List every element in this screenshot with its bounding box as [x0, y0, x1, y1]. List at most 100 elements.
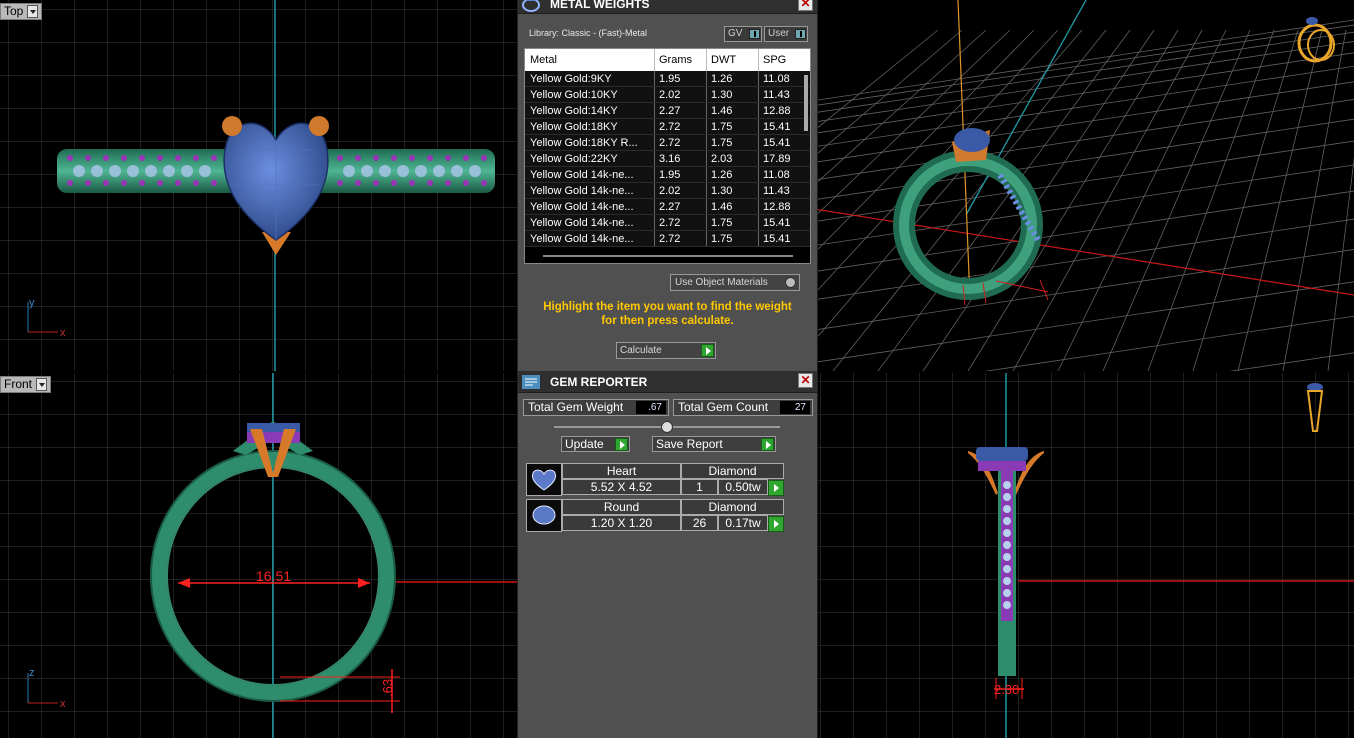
viewport-perspective[interactable] — [818, 0, 1354, 371]
col-dwt[interactable]: DWT — [707, 49, 759, 71]
gem-reporter-icon — [522, 374, 540, 389]
dim-ring-width: 16.51 — [256, 568, 291, 584]
viewport-top-name: Top — [4, 4, 24, 18]
viewport-front[interactable]: 16.51 .63 z x Front — [0, 373, 517, 738]
instruction-line-2: for then press calculate. — [601, 315, 734, 327]
heart-gem-icon — [526, 463, 562, 496]
chevron-down-icon[interactable] — [27, 5, 39, 18]
table-row[interactable]: Yellow Gold:18KY 2.72 1.75 15.41 — [525, 119, 810, 135]
top-axis-y: y — [29, 297, 35, 309]
table-row[interactable]: Yellow Gold:9KY 1.95 1.26 11.08 — [525, 71, 810, 87]
table-row[interactable]: Yellow Gold 14k-ne... 2.02 1.30 11.43 — [525, 183, 810, 199]
close-icon[interactable]: ✕ — [798, 373, 813, 388]
spg-cell: 12.88 — [763, 105, 791, 117]
dwt-cell: 1.75 — [707, 215, 759, 230]
grams-cell: 2.72 — [655, 135, 707, 150]
front-axis-x: x — [60, 698, 66, 710]
viewport-front-label[interactable]: Front — [0, 376, 52, 393]
table-row[interactable]: Yellow Gold 14k-ne... 1.95 1.26 11.08 — [525, 167, 810, 183]
grams-cell: 2.72 — [655, 215, 707, 230]
save-report-button[interactable]: Save Report — [652, 436, 776, 452]
dwt-cell: 1.26 — [707, 71, 759, 86]
viewport-front-name: Front — [4, 377, 33, 391]
grams-cell: 2.02 — [655, 183, 707, 198]
metal-cell: Yellow Gold:14KY — [525, 103, 655, 118]
grams-cell: 1.95 — [655, 167, 707, 182]
table-row[interactable]: Yellow Gold 14k-ne... 2.27 1.46 12.88 — [525, 199, 810, 215]
metal-weights-titlebar[interactable]: METAL WEIGHTS ✕ — [518, 0, 817, 14]
vertical-scrollbar[interactable] — [804, 75, 808, 131]
play-arrow-icon — [701, 344, 714, 357]
round-gem-icon — [526, 499, 562, 532]
chevron-down-icon[interactable] — [36, 378, 48, 391]
gem-slider[interactable] — [554, 421, 780, 433]
gem-detail-button[interactable] — [768, 480, 784, 496]
metal-cell: Yellow Gold 14k-ne... — [525, 199, 655, 214]
spg-cell: 15.41 — [763, 137, 791, 149]
gem-reporter-panel: GEM REPORTER ✕ Total Gem Weight .67 Tota… — [517, 371, 818, 738]
front-axis-z: z — [29, 667, 35, 679]
table-row[interactable]: Yellow Gold 14k-ne... 2.72 1.75 15.41 — [525, 215, 810, 231]
spg-cell: 11.08 — [763, 73, 790, 85]
side-view-canvas: 2.30 — [818, 373, 1354, 738]
table-row[interactable]: Yellow Gold:14KY 2.27 1.46 12.88 — [525, 103, 810, 119]
col-spg[interactable]: SPG — [759, 49, 799, 71]
user-toggle[interactable]: User — [764, 26, 808, 42]
gem-shape: Heart — [562, 463, 681, 479]
col-grams[interactable]: Grams — [655, 49, 707, 71]
calculate-button[interactable]: Calculate — [616, 342, 716, 359]
dwt-cell: 1.30 — [707, 87, 759, 102]
use-object-materials-label: Use Object Materials — [675, 277, 768, 288]
spg-cell: 11.43 — [763, 89, 790, 101]
save-report-label: Save Report — [656, 437, 723, 451]
table-row[interactable]: Yellow Gold:10KY 2.02 1.30 11.43 — [525, 87, 810, 103]
gem-detail-button[interactable] — [768, 516, 784, 532]
gem-count: 26 — [681, 515, 718, 531]
total-gem-count: Total Gem Count 27 — [673, 399, 813, 416]
gem-size: 1.20 X 1.20 — [562, 515, 681, 531]
spg-cell: 15.41 — [763, 217, 791, 229]
gem-reporter-title: GEM REPORTER — [550, 374, 648, 389]
table-row[interactable]: Yellow Gold 14k-ne... 2.72 1.75 15.41 — [525, 231, 810, 247]
close-icon[interactable]: ✕ — [798, 0, 813, 11]
metal-table[interactable]: Metal Grams DWT SPG Yellow Gold:9KY 1.95 1… — [524, 48, 811, 264]
metal-cell: Yellow Gold:10KY — [525, 87, 655, 102]
metal-table-body: Yellow Gold:9KY 1.95 1.26 11.08 Yellow Gold:… — [525, 71, 810, 247]
front-view-canvas: 16.51 .63 z x — [0, 373, 517, 738]
gv-toggle[interactable]: GV — [724, 26, 762, 42]
perspective-view-canvas — [818, 0, 1354, 371]
grams-cell: 2.72 — [655, 231, 707, 246]
col-metal[interactable]: Metal — [525, 49, 655, 71]
metal-cell: Yellow Gold 14k-ne... — [525, 167, 655, 182]
total-gem-count-label: Total Gem Count — [678, 400, 769, 414]
use-object-materials-option[interactable]: Use Object Materials — [670, 274, 800, 291]
metal-cell: Yellow Gold:22KY — [525, 151, 655, 166]
metal-cell: Yellow Gold 14k-ne... — [525, 183, 655, 198]
spg-cell: 12.88 — [763, 201, 791, 213]
viewport-side[interactable]: 2.30 — [818, 373, 1354, 738]
table-row[interactable]: Yellow Gold:22KY 3.16 2.03 17.89 — [525, 151, 810, 167]
update-button[interactable]: Update — [561, 436, 630, 452]
gem-reporter-titlebar[interactable]: GEM REPORTER ✕ — [518, 371, 817, 393]
horizontal-scrollbar[interactable] — [543, 255, 793, 257]
viewport-top-label[interactable]: Top — [0, 3, 43, 20]
metal-weights-title: METAL WEIGHTS — [550, 0, 650, 11]
dwt-cell: 1.46 — [707, 199, 759, 214]
dwt-cell: 1.75 — [707, 135, 759, 150]
dwt-cell: 2.03 — [707, 151, 759, 166]
dwt-cell: 1.75 — [707, 119, 759, 134]
metal-cell: Yellow Gold:18KY — [525, 119, 655, 134]
spg-cell: 15.41 — [763, 233, 791, 245]
gem-row[interactable]: Heart Diamond 5.52 X 4.52 1 0.50tw — [526, 463, 784, 496]
viewport-top[interactable]: y x Top — [0, 0, 517, 371]
total-gem-weight: Total Gem Weight .67 — [523, 399, 669, 416]
gem-row[interactable]: Round Diamond 1.20 X 1.20 26 0.17tw — [526, 499, 784, 532]
radio-icon[interactable] — [785, 277, 796, 288]
slider-handle[interactable] — [661, 421, 673, 433]
grams-cell: 2.27 — [655, 199, 707, 214]
play-arrow-icon — [761, 438, 774, 451]
table-row[interactable]: Yellow Gold:18KY R... 2.72 1.75 15.41 — [525, 135, 810, 151]
gem-count: 1 — [681, 479, 718, 495]
calculate-label: Calculate — [620, 345, 662, 356]
gem-weight: 0.50tw — [718, 479, 768, 495]
